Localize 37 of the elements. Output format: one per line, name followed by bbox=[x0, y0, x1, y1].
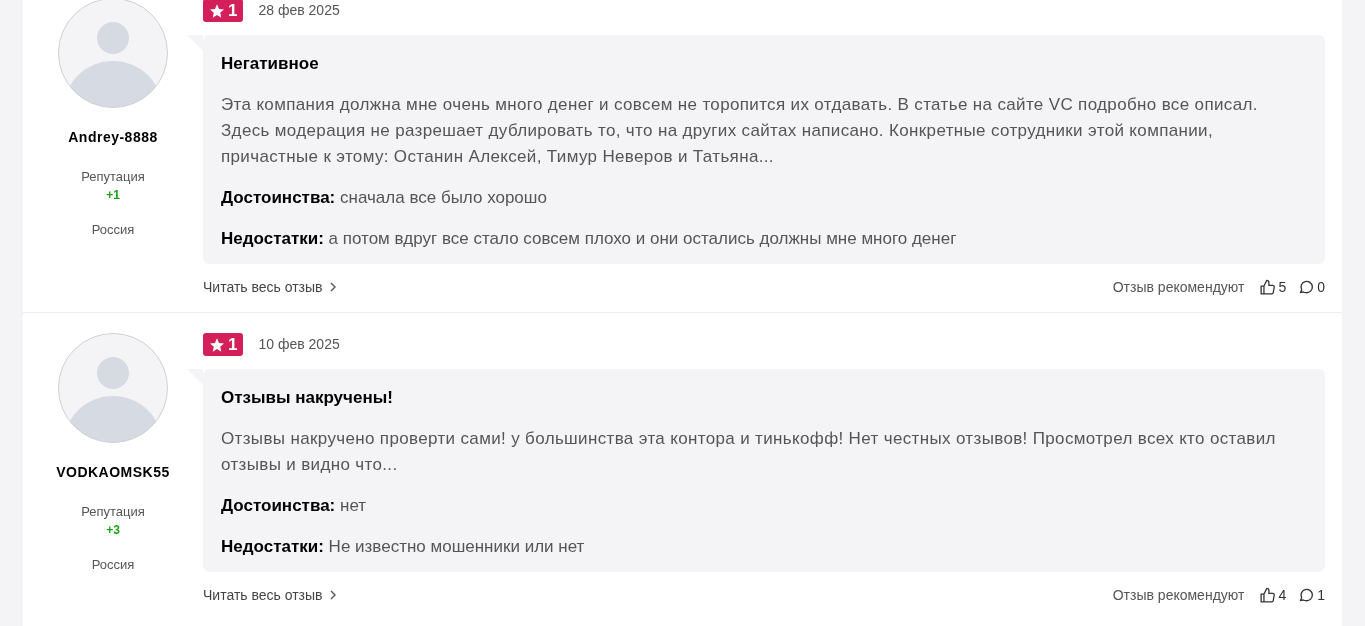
like-button[interactable]: 5 bbox=[1259, 276, 1287, 298]
reputation-value: +1 bbox=[106, 186, 120, 203]
review-cons: Недостатки: Не известно мошенники или нет bbox=[221, 536, 586, 558]
review-date: 28 фев 2025 bbox=[258, 1, 340, 20]
comment-icon bbox=[1298, 279, 1315, 295]
review-pros: Достоинства: нет bbox=[221, 495, 368, 517]
read-full-review-link[interactable]: Читать весь отзыв bbox=[203, 584, 337, 606]
author-name[interactable]: Andrey-8888 bbox=[68, 127, 158, 148]
rating-badge: 1 bbox=[203, 0, 244, 22]
chevron-right-icon bbox=[328, 282, 337, 292]
star-icon bbox=[209, 336, 225, 353]
country: Россия bbox=[91, 555, 135, 574]
review-text: Отзывы накручено проверти сами! у большинства эта контора и тинькофф! Нет честных отзывов! Просмотрел всех кто оставил отзывы и видно что... bbox=[221, 428, 1277, 476]
review-title: Отзывы накручены! bbox=[221, 387, 394, 409]
thumbs-up-icon bbox=[1259, 278, 1277, 296]
like-button[interactable]: 4 bbox=[1259, 584, 1287, 606]
comments-button[interactable]: 0 bbox=[1298, 276, 1325, 298]
reputation-label: Репутация bbox=[81, 503, 145, 521]
author-name[interactable]: VODKAOMSK55 bbox=[56, 462, 170, 483]
recommend-label: Отзыв рекомендуют bbox=[1112, 585, 1245, 605]
country: Россия bbox=[91, 220, 135, 239]
review-text: Эта компания должна мне очень много денег и совсем не торопится их отдавать. В статье на сайте VC подробно все описал. Здесь модерация не разрешает дублировать то, что на других сайтах написано. Конкретные сотрудники этой компании, причастные к этому: Останин Алексей, Тимур Неверов и Татьяна... bbox=[221, 94, 1259, 168]
comments-button[interactable]: 1 bbox=[1298, 584, 1325, 606]
review-title: Негативное bbox=[221, 53, 320, 75]
review-pros: Достоинства: сначала все было хорошо bbox=[221, 187, 548, 209]
reputation-label: Репутация bbox=[81, 168, 145, 186]
recommend-label: Отзыв рекомендуют bbox=[1112, 277, 1245, 297]
reputation-value: +3 bbox=[106, 521, 120, 538]
thumbs-up-icon bbox=[1259, 586, 1277, 604]
chevron-right-icon bbox=[328, 590, 337, 600]
review-date: 10 фев 2025 bbox=[258, 335, 340, 354]
avatar-icon bbox=[58, 333, 168, 443]
read-full-review-link[interactable]: Читать весь отзыв bbox=[203, 276, 337, 298]
comment-icon bbox=[1298, 587, 1315, 603]
star-icon bbox=[209, 2, 225, 19]
review-cons: Недостатки: а потом вдруг все стало совсем плохо и они остались должны мне много денег bbox=[221, 228, 958, 250]
rating-badge: 1 bbox=[203, 333, 244, 356]
